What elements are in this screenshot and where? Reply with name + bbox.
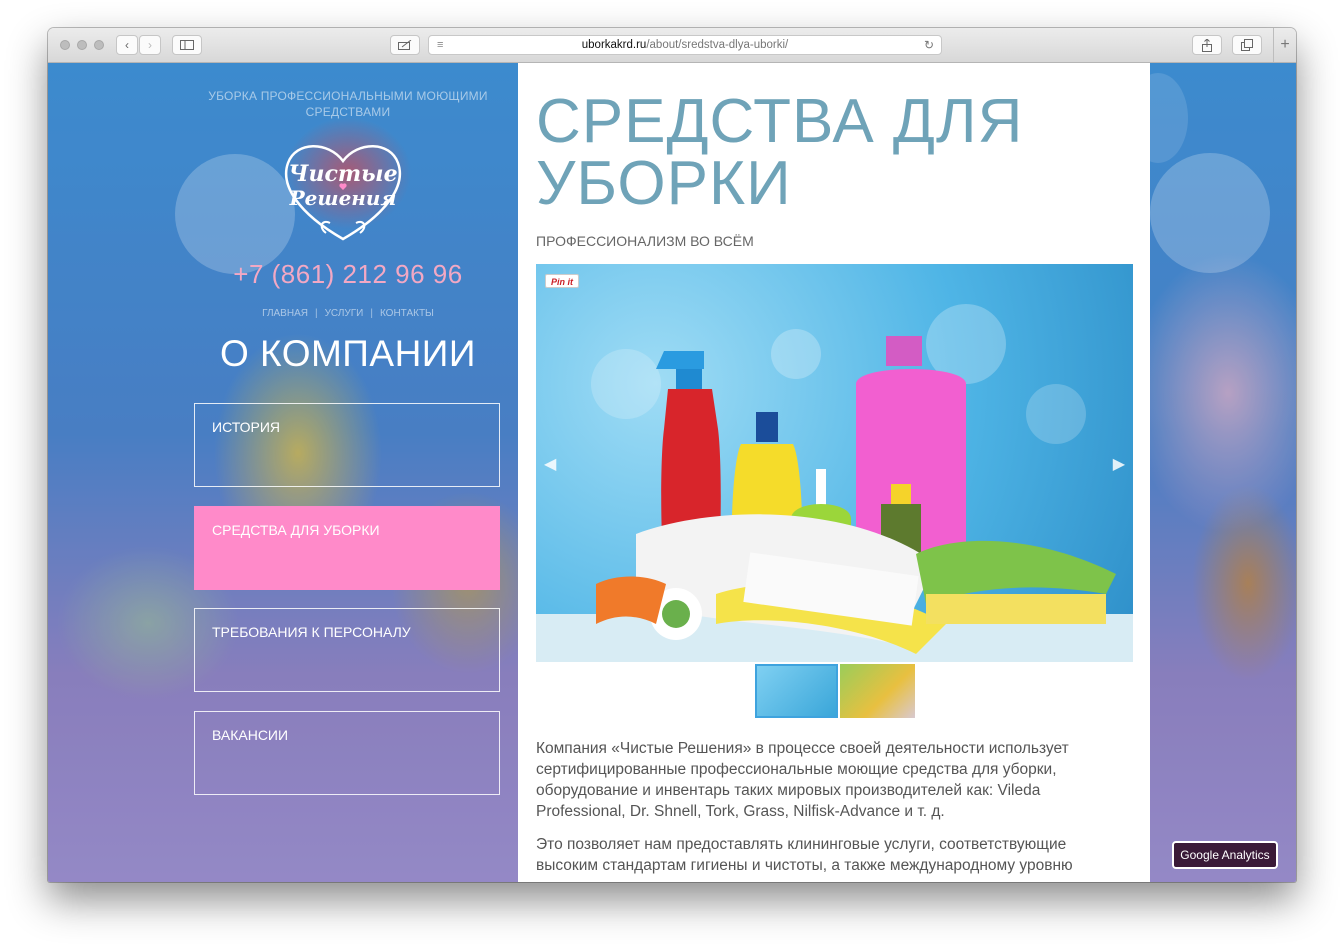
bookmarks-button[interactable] xyxy=(390,35,420,55)
slider-thumbnail-1[interactable] xyxy=(755,664,838,718)
chevron-left-icon: ‹ xyxy=(125,38,129,52)
page-subtitle: ПРОФЕССИОНАЛИЗМ ВО ВСЁМ xyxy=(536,233,754,249)
phone-number[interactable]: +7 (861) 212 96 96 xyxy=(198,259,498,290)
chevron-right-icon: › xyxy=(148,38,152,52)
menu-item-cleaning-products[interactable]: СРЕДСТВА ДЛЯ УБОРКИ xyxy=(194,506,500,590)
sidebar: УБОРКА ПРОФЕССИОНАЛЬНЫМИ МОЮЩИМИ СРЕДСТВ… xyxy=(48,63,518,882)
nav-link-home[interactable]: ГЛАВНАЯ xyxy=(262,308,308,319)
top-navigation: ГЛАВНАЯ | УСЛУГИ | КОНТАКТЫ xyxy=(208,308,488,319)
page-title: СРЕДСТВА ДЛЯ УБОРКИ xyxy=(536,87,1024,218)
edit-icon xyxy=(398,40,412,50)
reader-icon[interactable]: ≡ xyxy=(437,36,443,54)
menu-item-staff-requirements[interactable]: ТРЕБОВАНИЯ К ПЕРСОНАЛУ xyxy=(194,608,500,692)
tabs-button[interactable] xyxy=(1232,35,1262,55)
url-host: uborkakrd.ru xyxy=(581,39,647,51)
share-icon xyxy=(1202,38,1212,52)
cleaning-products-image xyxy=(536,304,1133,662)
new-tab-button[interactable]: + xyxy=(1273,28,1296,62)
close-window-button[interactable] xyxy=(60,40,70,50)
share-button[interactable] xyxy=(1192,35,1222,55)
zoom-window-button[interactable] xyxy=(94,40,104,50)
content-paragraph-2: Это позволяет нам предоставлять клининго… xyxy=(536,836,1073,874)
url-path: /about/sredstva-dlya-uborki/ xyxy=(646,39,789,51)
browser-window: ‹ › ≡ uborkakrd.ru/about/sredstva-dlya-u… xyxy=(48,28,1296,882)
content-paragraph-1: Компания «Чистые Решения» в процессе сво… xyxy=(536,740,1069,820)
slider-next-arrow-icon[interactable]: ▶ xyxy=(1113,454,1125,474)
main-content: СРЕДСТВА ДЛЯ УБОРКИ ПРОФЕССИОНАЛИЗМ ВО В… xyxy=(518,63,1150,882)
browser-toolbar: ‹ › ≡ uborkakrd.ru/about/sredstva-dlya-u… xyxy=(48,28,1296,63)
plus-icon: + xyxy=(1280,36,1290,53)
minimize-window-button[interactable] xyxy=(77,40,87,50)
nav-separator: | xyxy=(370,308,373,319)
bokeh-circle xyxy=(1150,153,1270,273)
forward-button[interactable]: › xyxy=(139,35,161,55)
nav-separator: | xyxy=(314,308,318,319)
site-tagline: УБОРКА ПРОФЕССИОНАЛЬНЫМИ МОЮЩИМИ СРЕДСТВ… xyxy=(208,89,488,119)
tabs-icon xyxy=(1241,39,1253,51)
menu-item-vacancies[interactable]: ВАКАНСИИ xyxy=(194,711,500,795)
image-slider[interactable]: Pin it ◀ ▶ xyxy=(536,264,1133,662)
menu-item-history[interactable]: ИСТОРИЯ xyxy=(194,403,500,487)
logo-text-line2: Решения xyxy=(289,186,397,210)
slider-prev-arrow-icon[interactable]: ◀ xyxy=(544,454,556,474)
page-viewport: УБОРКА ПРОФЕССИОНАЛЬНЫМИ МОЮЩИМИ СРЕДСТВ… xyxy=(48,63,1296,882)
pinterest-pin-button[interactable]: Pin it xyxy=(545,274,579,288)
reload-icon[interactable]: ↻ xyxy=(924,36,934,54)
site-logo[interactable]: Чистые Решения xyxy=(278,135,408,245)
google-analytics-badge[interactable]: Google Analytics xyxy=(1172,841,1278,869)
logo-text-line1: Чистые xyxy=(288,161,397,187)
nav-link-contacts[interactable]: КОНТАКТЫ xyxy=(380,308,434,319)
back-button[interactable]: ‹ xyxy=(116,35,138,55)
sidebar-icon xyxy=(180,40,194,50)
sidebar-toggle-button[interactable] xyxy=(172,35,202,55)
address-bar[interactable]: ≡ uborkakrd.ru/about/sredstva-dlya-ubork… xyxy=(428,35,942,55)
section-title: О КОМПАНИИ xyxy=(220,333,476,374)
nav-link-services[interactable]: УСЛУГИ xyxy=(325,308,364,319)
slider-thumbnail-2[interactable] xyxy=(840,664,915,718)
